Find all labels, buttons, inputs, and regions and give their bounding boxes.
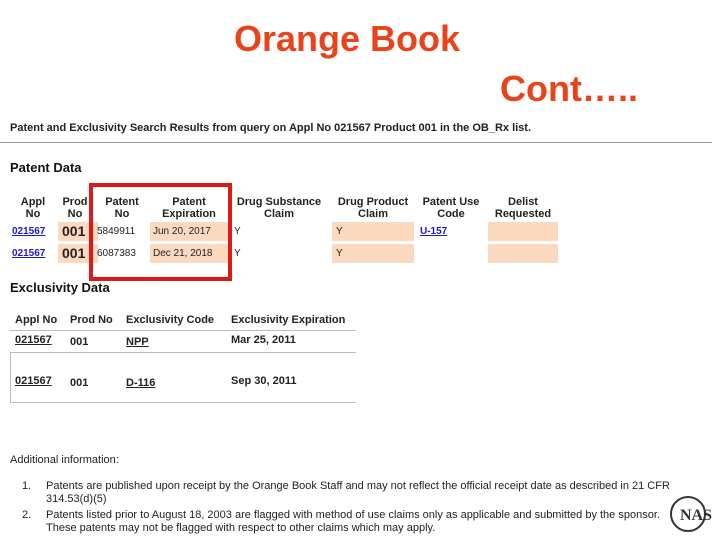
excl-row2-expiration: Sep 30, 2011 xyxy=(231,375,297,387)
patent-row1-delist xyxy=(488,222,558,241)
excl-left-border xyxy=(10,352,11,402)
excl-row2-appl-no[interactable]: 021567 xyxy=(15,375,52,387)
header-drug-substance-claim: Drug Substance Claim xyxy=(236,196,322,220)
header-patent-use-code: Patent Use Code xyxy=(422,196,480,220)
slide-title-line2: Cont….. xyxy=(500,68,638,109)
additional-info-heading: Additional information: xyxy=(10,454,119,466)
excl-divider xyxy=(10,402,356,403)
patent-row2-delist xyxy=(488,244,558,263)
excl-row1-prod-no: 001 xyxy=(70,336,89,348)
excl-row2-code-link[interactable]: D-116 xyxy=(126,377,155,389)
nas-logo-text: NAS xyxy=(680,507,712,524)
header-drug-product-claim: Drug Product Claim xyxy=(337,196,409,220)
note-1-text: Patents are published upon receipt by th… xyxy=(46,480,670,505)
patent-row2-product-claim: Y xyxy=(332,244,414,263)
patent-row1-substance-claim: Y xyxy=(234,226,241,237)
orange-book-screenshot: Patent and Exclusivity Search Results fr… xyxy=(0,112,720,540)
header-appl-no: Appl No xyxy=(20,196,46,220)
header-prod-no: Prod No xyxy=(62,196,88,220)
excl-header-code: Exclusivity Code xyxy=(126,314,215,326)
note-1-number: 1. xyxy=(22,480,32,492)
excl-row1-code-link[interactable]: NPP xyxy=(126,336,149,348)
patent-row1-use-code-link[interactable]: U-157 xyxy=(420,222,480,241)
nas-logo: NAS xyxy=(668,490,712,536)
excl-divider xyxy=(10,352,356,353)
excl-header-prod-no: Prod No xyxy=(70,314,113,326)
excl-row1-appl-no[interactable]: 021567 xyxy=(15,334,52,346)
excl-header-appl-no: Appl No xyxy=(15,314,58,326)
patent-highlight-box xyxy=(89,183,232,281)
note-2-number: 2. xyxy=(22,509,32,521)
patent-row1-appl-no[interactable]: 021567 xyxy=(12,222,54,241)
query-description: Patent and Exclusivity Search Results fr… xyxy=(10,122,532,134)
excl-divider xyxy=(10,330,356,331)
divider xyxy=(0,142,712,143)
exclusivity-data-heading: Exclusivity Data xyxy=(10,280,110,295)
excl-header-expiration: Exclusivity Expiration xyxy=(231,314,346,326)
patent-row2-appl-no[interactable]: 021567 xyxy=(12,244,54,263)
slide-title-line1: Orange Book xyxy=(234,18,461,59)
patent-row2-substance-claim: Y xyxy=(234,248,241,259)
excl-row1-expiration: Mar 25, 2011 xyxy=(231,334,296,346)
patent-row1-product-claim: Y xyxy=(332,222,414,241)
note-2-text: Patents listed prior to August 18, 2003 … xyxy=(46,509,660,534)
excl-row2-prod-no: 001 xyxy=(70,377,89,389)
header-delist-requested: Delist Requested xyxy=(494,196,552,220)
nas-logo-icon: NAS xyxy=(670,496,712,532)
patent-row2-use-code xyxy=(420,244,480,263)
patent-data-heading: Patent Data xyxy=(10,160,82,175)
